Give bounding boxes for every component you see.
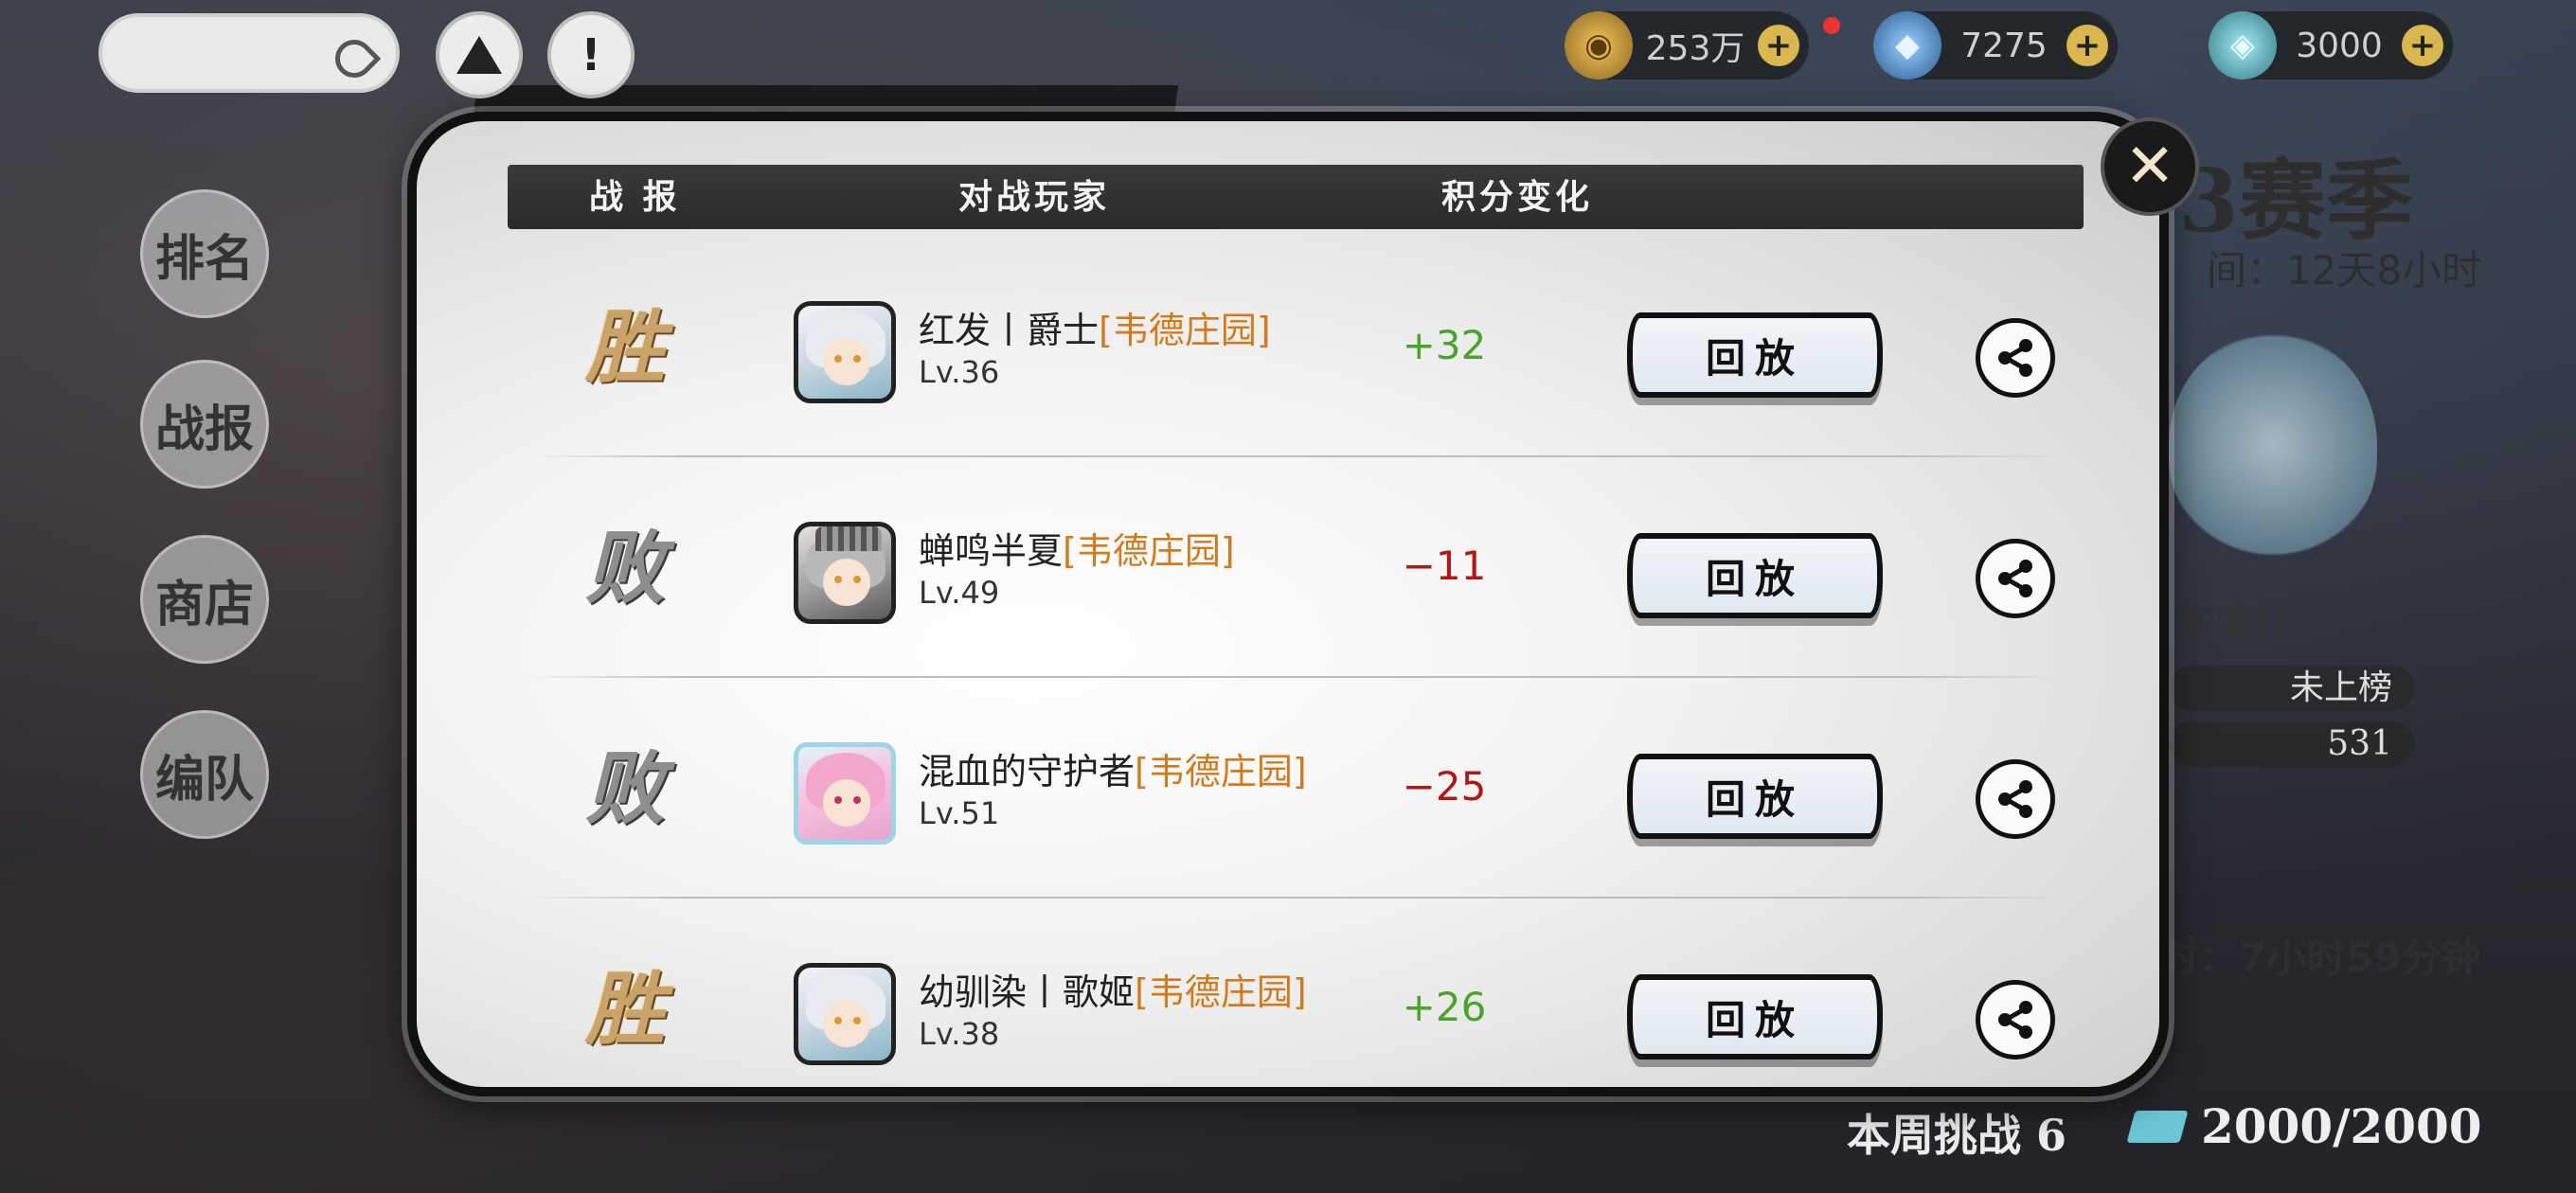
player-avatar[interactable] (794, 742, 896, 845)
nav-battle-report-button[interactable]: 战报 (140, 360, 269, 489)
currency-gold-value: 253万 (1645, 29, 1745, 68)
replay-button[interactable]: 回放 (1627, 533, 1883, 618)
player-avatar[interactable] (794, 522, 896, 624)
player-nickname: 幼驯染丨歌姬 (919, 971, 1136, 1013)
add-ticket-button[interactable]: + (2402, 25, 2443, 66)
result-loss-badge: 败 (584, 740, 665, 835)
avatar-eye (834, 576, 842, 583)
season-remaining-time: 间：12天8小时 (2207, 247, 2482, 294)
player-nickname: 红发丨爵士 (919, 310, 1100, 351)
share-icon (1998, 560, 2032, 597)
share-icon (1998, 339, 2032, 377)
share-button[interactable] (1976, 318, 2055, 398)
avatar-face (823, 1000, 870, 1047)
gold-coin-icon: ◉ (1565, 11, 1633, 80)
home-button[interactable] (436, 11, 523, 98)
score-change: +26 (1402, 984, 1487, 1030)
rank-position: 未上榜 (2169, 666, 2415, 711)
crystal-icon: ◆ (1873, 11, 1941, 80)
header-score-change: 积分变化 (1441, 177, 1594, 217)
home-icon (456, 36, 502, 74)
result-win-badge: 胜 (584, 961, 665, 1056)
player-avatar[interactable] (794, 301, 896, 403)
player-guild: [韦德庄园] (1099, 310, 1271, 351)
nav-team-button[interactable]: 编队 (140, 710, 269, 839)
notification-dot (1823, 17, 1840, 34)
avatar-eye (834, 796, 842, 804)
share-icon (1998, 780, 2032, 818)
currency-gold: ◉ 253万 + (1565, 11, 1809, 80)
avatar-face (823, 779, 870, 827)
player-avatar[interactable] (794, 963, 896, 1065)
avatar-helmet (815, 526, 882, 551)
avatar-eye (834, 355, 842, 363)
share-icon (1998, 1001, 2032, 1039)
add-crystal-button[interactable]: + (2066, 25, 2108, 66)
avatar-eye (853, 355, 861, 363)
currency-crystal: ◆ 7275 + (1873, 11, 2118, 80)
player-name: 混血的守护者[韦德庄园] (919, 742, 1307, 794)
player-guild: [韦德庄园] (1063, 530, 1235, 572)
avatar-eye (853, 576, 861, 583)
challenge-ticket-stat: 2000/2000 (2126, 1098, 2482, 1154)
close-button[interactable]: ✕ (2101, 117, 2199, 216)
player-name: 幼驯染丨歌姬[韦德庄园] (919, 963, 1307, 1015)
replay-button[interactable]: 回放 (1627, 312, 1883, 398)
currency-ticket: ◈ 3000 + (2209, 11, 2453, 80)
info-button[interactable]: ! (547, 11, 635, 98)
currency-ticket-value: 3000 (2296, 26, 2383, 65)
player-level: Lv.36 (919, 354, 1000, 390)
challenge-ticket-value: 2000/2000 (2201, 1098, 2482, 1154)
rank-points: 531 (2169, 721, 2415, 767)
score-change: −25 (1402, 763, 1487, 810)
location-pin-icon (327, 31, 382, 86)
ticket-gem-icon: ◈ (2209, 11, 2277, 80)
score-change: +32 (1402, 322, 1487, 368)
table-row: 败 蝉鸣半夏[韦德庄园] Lv.49 −11 回放 (530, 457, 2065, 678)
currency-crystal-value: 7275 (1960, 26, 2048, 65)
player-nickname: 蝉鸣半夏 (919, 530, 1064, 572)
share-button[interactable] (1976, 759, 2055, 839)
share-button[interactable] (1976, 980, 2055, 1059)
player-nickname: 混血的守护者 (919, 751, 1136, 792)
player-level: Lv.49 (919, 575, 1000, 611)
search-bar[interactable] (98, 13, 400, 93)
table-row: 败 混血的守护者[韦德庄园] Lv.51 −25 回放 (530, 678, 2065, 899)
player-name: 蝉鸣半夏[韦德庄园] (919, 522, 1235, 574)
player-guild: [韦德庄园] (1135, 971, 1307, 1013)
player-level: Lv.38 (919, 1016, 1000, 1052)
replay-button[interactable]: 回放 (1627, 754, 1883, 839)
table-header: 战 报 对战玩家 积分变化 (508, 165, 2084, 229)
player-guild: [韦德庄园] (1135, 751, 1307, 792)
avatar-eye (853, 1017, 861, 1024)
exclamation-icon: ! (581, 29, 601, 80)
result-win-badge: 胜 (584, 299, 665, 394)
rank-emblem-icon (2169, 331, 2377, 559)
player-level: Lv.51 (919, 795, 1000, 831)
replay-button[interactable]: 回放 (1627, 974, 1883, 1059)
header-opponent: 对战玩家 (958, 177, 1111, 217)
share-button[interactable] (1976, 539, 2055, 618)
nav-shop-button[interactable]: 商店 (140, 535, 269, 664)
table-row: 胜 幼驯染丨歌姬[韦德庄园] Lv.38 +26 回放 (530, 899, 2065, 1119)
result-loss-badge: 败 (584, 520, 665, 614)
player-name: 红发丨爵士[韦德庄园] (919, 301, 1271, 353)
score-change: −11 (1402, 543, 1487, 589)
reset-countdown: 时：7小时59分钟 (2159, 935, 2481, 981)
add-gold-button[interactable]: + (1758, 25, 1799, 66)
ticket-icon (2126, 1110, 2189, 1143)
avatar-face (823, 338, 870, 385)
nav-ranking-button[interactable]: 排名 (140, 189, 269, 318)
header-result: 战 报 (589, 177, 681, 217)
table-row: 胜 红发丨爵士[韦德庄园] Lv.36 +32 回放 (530, 237, 2065, 457)
avatar-eye (834, 1017, 842, 1024)
rank-name: 铂金II (2178, 600, 2290, 645)
avatar-face (823, 559, 870, 606)
avatar-eye (853, 796, 861, 804)
